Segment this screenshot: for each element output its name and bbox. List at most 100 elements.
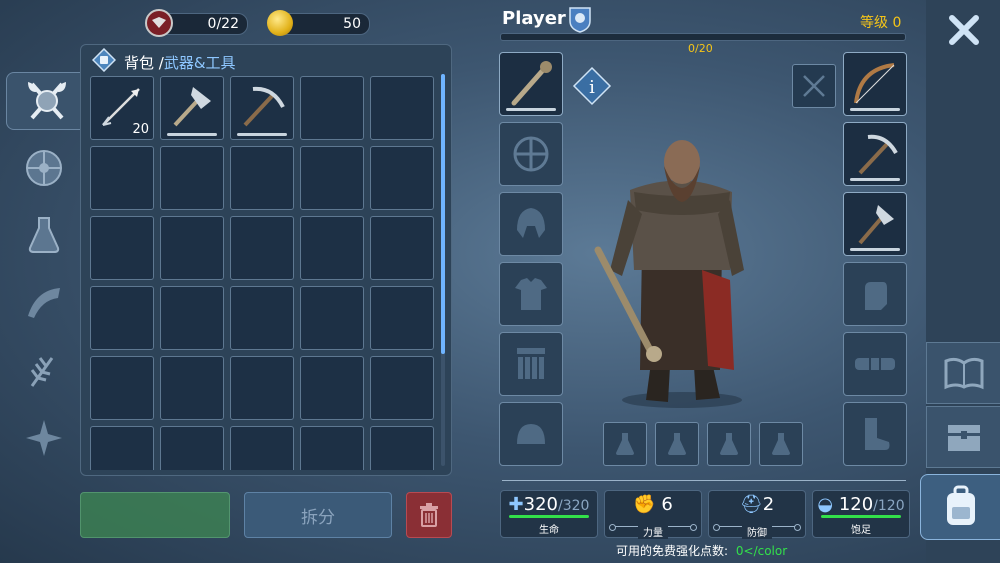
svg-text:i: i [589,77,595,98]
potion-icon [720,433,738,455]
potion-icon [668,433,686,455]
chest-icon [948,425,980,451]
inventory-slot[interactable] [160,286,224,350]
tab-armor[interactable] [16,140,72,196]
inventory-slot[interactable] [230,356,294,420]
inventory-slot[interactable] [90,146,154,210]
food-value: 120 [838,494,874,515]
delete-button[interactable] [406,492,452,538]
slot-gloves[interactable] [843,262,907,326]
slot-belt[interactable] [843,332,907,396]
inventory-slot[interactable] [90,216,154,280]
inventory-slot[interactable] [90,356,154,420]
offhand-swap-slot[interactable] [792,64,836,108]
inventory-slot[interactable] [300,76,364,140]
item-quantity: 20 [132,122,149,137]
inventory-slot[interactable] [160,76,224,140]
slot-chest[interactable] [499,262,563,326]
inventory-slot[interactable] [370,426,434,470]
potion-slot-1[interactable] [603,422,647,466]
potion-icon [616,433,634,455]
slot-shield[interactable] [499,122,563,186]
slot-tool-pickaxe[interactable] [843,122,907,186]
slot-boots[interactable] [843,402,907,466]
gloves-icon [865,282,887,310]
player-name: Player [502,8,566,29]
defense-label: 防御 [742,524,772,539]
inventory-slot[interactable] [300,286,364,350]
inventory-slot[interactable] [160,146,224,210]
inventory-slot[interactable] [370,356,434,420]
inventory-slot[interactable] [300,216,364,280]
inventory-slot[interactable] [370,286,434,350]
potion-slot-4[interactable] [759,422,803,466]
inventory-slot[interactable] [300,146,364,210]
tab-potions[interactable] [16,206,72,262]
use-button[interactable] [80,492,230,538]
health-bar [509,515,589,518]
inventory-slot[interactable] [370,146,434,210]
inventory-slot[interactable] [160,356,224,420]
inventory-slot[interactable] [160,216,224,280]
backpack-icon [91,47,117,73]
potion-slot-3[interactable] [707,422,751,466]
breadcrumb-root[interactable]: 背包 [124,54,154,72]
inventory-slot[interactable] [90,426,154,470]
slot-tool-axe[interactable] [843,192,907,256]
horn-icon [28,288,60,318]
stat-health[interactable]: ✚320/320 生命 [500,490,598,538]
breadcrumb-current: 武器&工具 [163,54,236,72]
durability-bar [237,133,287,136]
strength-value: 6 [661,494,673,515]
food-icon: ◒ [817,494,834,515]
close-button[interactable] [944,10,984,50]
slot-main-hand[interactable] [499,52,563,116]
potion-slot-2[interactable] [655,422,699,466]
slot-ranged[interactable] [843,52,907,116]
split-label: 拆分 [301,507,335,528]
bow-icon [854,63,895,104]
tab-weapons-tools[interactable] [6,72,87,130]
sidebar-book-tab[interactable] [926,342,1000,404]
inventory-slot[interactable] [230,426,294,470]
inventory-slot[interactable]: 20 [90,76,154,140]
stat-defense[interactable]: ⛑2 防御 [708,490,806,539]
inventory-slot[interactable] [230,76,294,140]
slot-cloak[interactable] [499,402,563,466]
slot-legs[interactable] [499,332,563,396]
inventory-slot[interactable] [230,216,294,280]
inventory-slot[interactable] [90,286,154,350]
stat-strength[interactable]: ✊ 6 力量 [604,490,702,539]
axe-icon [858,205,894,245]
stat-food[interactable]: ◒ 120/120 饱足 [812,490,910,538]
inventory-slot[interactable] [230,286,294,350]
inventory-slot[interactable] [300,426,364,470]
free-points-label: 可用的免费强化点数: [616,544,729,558]
tab-misc[interactable] [16,410,72,466]
inventory-slot[interactable] [160,426,224,470]
split-button[interactable]: 拆分 [244,492,392,538]
inventory-slot[interactable] [230,146,294,210]
sidebar-backpack-tab[interactable] [920,474,1000,540]
level-text: 等级 0 [860,12,901,32]
xp-text: 0/20 [688,42,713,55]
character-model[interactable] [590,130,770,410]
free-points-row: 可用的免费强化点数: 0</color [616,542,787,559]
tab-resources[interactable] [16,342,72,398]
slot-helmet[interactable] [499,192,563,256]
inventory-grid: 20 [90,76,434,470]
info-button[interactable]: i [572,66,612,106]
health-value: 320 [523,494,558,515]
inventory-slot[interactable] [370,76,434,140]
potion-icon [28,217,60,253]
tab-horns[interactable] [16,274,72,330]
inventory-slot[interactable] [300,356,364,420]
food-bar [821,515,901,518]
inventory-slot[interactable] [370,216,434,280]
health-icon: ✚ [508,494,524,515]
chest-armor-icon [515,278,547,310]
inventory-scrollbar[interactable] [441,74,445,354]
sidebar-crafting-tab[interactable] [926,406,1000,468]
health-label: 生命 [539,525,559,536]
gem-icon [144,8,174,38]
